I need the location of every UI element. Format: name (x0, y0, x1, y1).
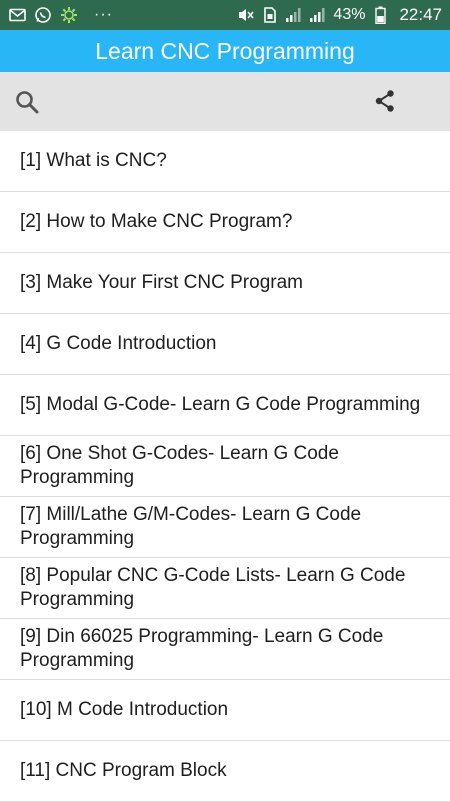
list-item-label: [3] Make Your First CNC Program (20, 272, 303, 293)
list-item-label: [11] CNC Program Block (20, 760, 227, 781)
list-item-2[interactable]: [2] How to Make CNC Program? (0, 192, 450, 253)
battery-icon (371, 6, 389, 24)
list-item-7[interactable]: [7] Mill/Lathe G/M-Codes- Learn G Code P… (0, 497, 450, 558)
list-item-10[interactable]: [10] M Code Introduction (0, 680, 450, 741)
list-item-9[interactable]: [9] Din 66025 Programming- Learn G Code … (0, 619, 450, 680)
share-button[interactable] (372, 88, 398, 114)
list-item-4[interactable]: [4] G Code Introduction (0, 314, 450, 375)
signal-icon-2 (309, 6, 327, 24)
list-item-label: [9] Din 66025 Programming- Learn G Code … (20, 626, 384, 671)
list-item-label: [5] Modal G-Code- Learn G Code Programmi… (20, 394, 421, 415)
list-item-label: [2] How to Make CNC Program? (20, 211, 293, 232)
list-item-label: [4] G Code Introduction (20, 333, 217, 354)
clock: 22:47 (399, 5, 442, 24)
toolbar (0, 72, 450, 131)
list-item-label: [6] One Shot G-Codes- Learn G Code Progr… (20, 443, 339, 488)
email-icon (8, 6, 26, 24)
share-icon (375, 90, 394, 112)
app-bar: Learn CNC Programming (0, 30, 450, 72)
list-item-label: [8] Popular CNC G-Code Lists- Learn G Co… (20, 565, 406, 610)
whatsapp-icon (34, 6, 52, 24)
gear-icon (60, 6, 78, 24)
status-bar: ··· 43% 22:47 (0, 0, 450, 30)
more-notifications-icon: ··· (94, 6, 113, 23)
notification-icons: ··· (8, 6, 237, 24)
list-item-label: [1] What is CNC? (20, 150, 167, 171)
list-item-label: [10] M Code Introduction (20, 699, 229, 720)
signal-icon (285, 6, 303, 24)
system-icons: 43% 22:47 (237, 5, 442, 25)
list-item-8[interactable]: [8] Popular CNC G-Code Lists- Learn G Co… (0, 558, 450, 619)
battery-percent: 43% (333, 6, 366, 23)
mute-icon (237, 6, 255, 24)
topic-list: [1] What is CNC? [2] How to Make CNC Pro… (0, 131, 450, 802)
list-item-6[interactable]: [6] One Shot G-Codes- Learn G Code Progr… (0, 436, 450, 497)
list-item-label: [7] Mill/Lathe G/M-Codes- Learn G Code P… (20, 504, 362, 549)
app-title: Learn CNC Programming (95, 37, 355, 64)
list-item-11[interactable]: [11] CNC Program Block (0, 741, 450, 802)
list-item-3[interactable]: [3] Make Your First CNC Program (0, 253, 450, 314)
list-item-5[interactable]: [5] Modal G-Code- Learn G Code Programmi… (0, 375, 450, 436)
search-button[interactable] (14, 89, 40, 115)
search-icon (16, 91, 39, 114)
list-item-1[interactable]: [1] What is CNC? (0, 131, 450, 192)
sim-card-icon (261, 6, 279, 24)
